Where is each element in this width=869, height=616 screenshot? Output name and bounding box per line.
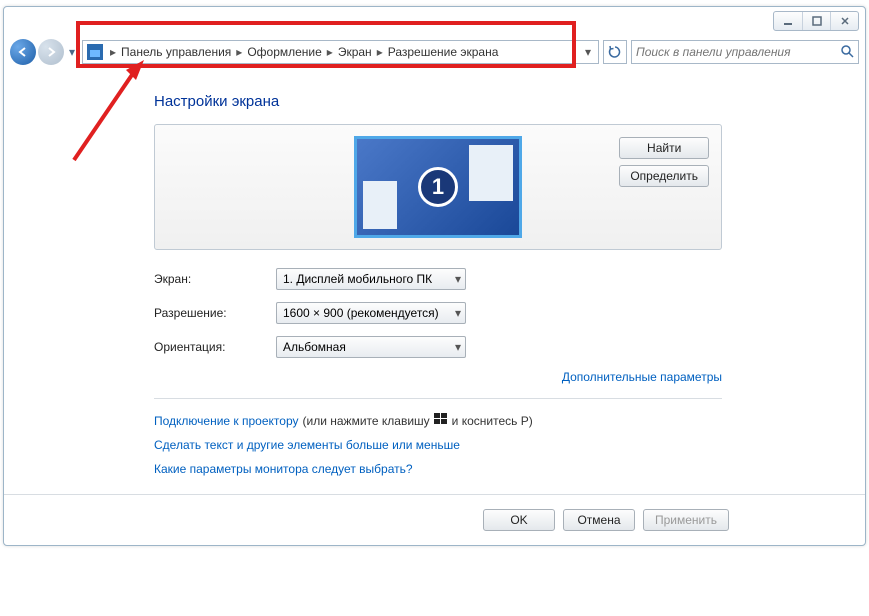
back-forward-group: ▾ <box>10 39 78 65</box>
resolution-label: Разрешение: <box>154 306 276 320</box>
text-size-link[interactable]: Сделать текст и другие элементы больше и… <box>154 438 460 452</box>
titlebar <box>4 7 865 35</box>
cancel-button[interactable]: Отмена <box>563 509 635 531</box>
chevron-right-icon: ▸ <box>374 45 386 59</box>
monitor-number-badge: 1 <box>418 167 458 207</box>
chevron-right-icon: ▸ <box>107 45 119 59</box>
chevron-down-icon: ▾ <box>455 340 461 354</box>
close-button[interactable] <box>830 12 858 30</box>
navigation-bar: ▾ ▸ Панель управления ▸ Оформление ▸ Экр… <box>4 35 865 69</box>
dialog-button-row: OK Отмена Применить <box>4 494 865 545</box>
search-input[interactable] <box>636 45 836 59</box>
projector-link[interactable]: Подключение к проектору <box>154 414 299 428</box>
detect-button[interactable]: Определить <box>619 165 709 187</box>
projector-hint-text: (или нажмите клавишу <box>303 414 430 428</box>
divider <box>154 398 722 399</box>
display-label: Экран: <box>154 272 276 286</box>
which-settings-link[interactable]: Какие параметры монитора следует выбрать… <box>154 462 413 476</box>
address-dropdown[interactable]: ▾ <box>580 45 596 59</box>
page-title: Настройки экрана <box>154 93 865 110</box>
forward-button[interactable] <box>38 39 64 65</box>
breadcrumb-item[interactable]: Панель управления <box>121 45 231 59</box>
monitor-preview-window <box>469 145 513 201</box>
chevron-down-icon: ▾ <box>455 306 461 320</box>
chevron-down-icon: ▾ <box>455 272 461 286</box>
resolution-select-value: 1600 × 900 (рекомендуется) <box>283 306 439 320</box>
content-area: Настройки экрана 1 Найти Определить Экра… <box>4 69 865 488</box>
projector-hint-text-2: и коснитесь P) <box>452 414 533 428</box>
display-select[interactable]: 1. Дисплей мобильного ПК ▾ <box>276 268 466 290</box>
chevron-right-icon: ▸ <box>233 45 245 59</box>
apply-button[interactable]: Применить <box>643 509 729 531</box>
resolution-select[interactable]: 1600 × 900 (рекомендуется) ▾ <box>276 302 466 324</box>
advanced-settings-link[interactable]: Дополнительные параметры <box>562 370 722 384</box>
search-icon <box>840 44 854 61</box>
windows-key-icon <box>434 413 448 428</box>
back-button[interactable] <box>10 39 36 65</box>
orientation-select[interactable]: Альбомная ▾ <box>276 336 466 358</box>
find-button[interactable]: Найти <box>619 137 709 159</box>
monitor-preview-window <box>363 181 397 229</box>
control-panel-icon <box>87 44 103 60</box>
maximize-button[interactable] <box>802 12 830 30</box>
breadcrumb-item[interactable]: Экран <box>338 45 372 59</box>
monitor-thumbnail[interactable]: 1 <box>354 136 522 238</box>
address-bar[interactable]: ▸ Панель управления ▸ Оформление ▸ Экран… <box>82 40 599 64</box>
orientation-label: Ориентация: <box>154 340 276 354</box>
breadcrumb-item[interactable]: Оформление <box>247 45 321 59</box>
breadcrumb-item[interactable]: Разрешение экрана <box>388 45 499 59</box>
orientation-select-value: Альбомная <box>283 340 346 354</box>
display-select-value: 1. Дисплей мобильного ПК <box>283 272 432 286</box>
ok-button[interactable]: OK <box>483 509 555 531</box>
display-preview-panel: 1 Найти Определить <box>154 124 722 250</box>
minimize-button[interactable] <box>774 12 802 30</box>
refresh-button[interactable] <box>603 40 627 64</box>
search-box[interactable] <box>631 40 859 64</box>
window-control-buttons <box>773 11 859 31</box>
history-dropdown[interactable]: ▾ <box>66 45 78 59</box>
chevron-right-icon: ▸ <box>324 45 336 59</box>
control-panel-window: ▾ ▸ Панель управления ▸ Оформление ▸ Экр… <box>3 6 866 546</box>
